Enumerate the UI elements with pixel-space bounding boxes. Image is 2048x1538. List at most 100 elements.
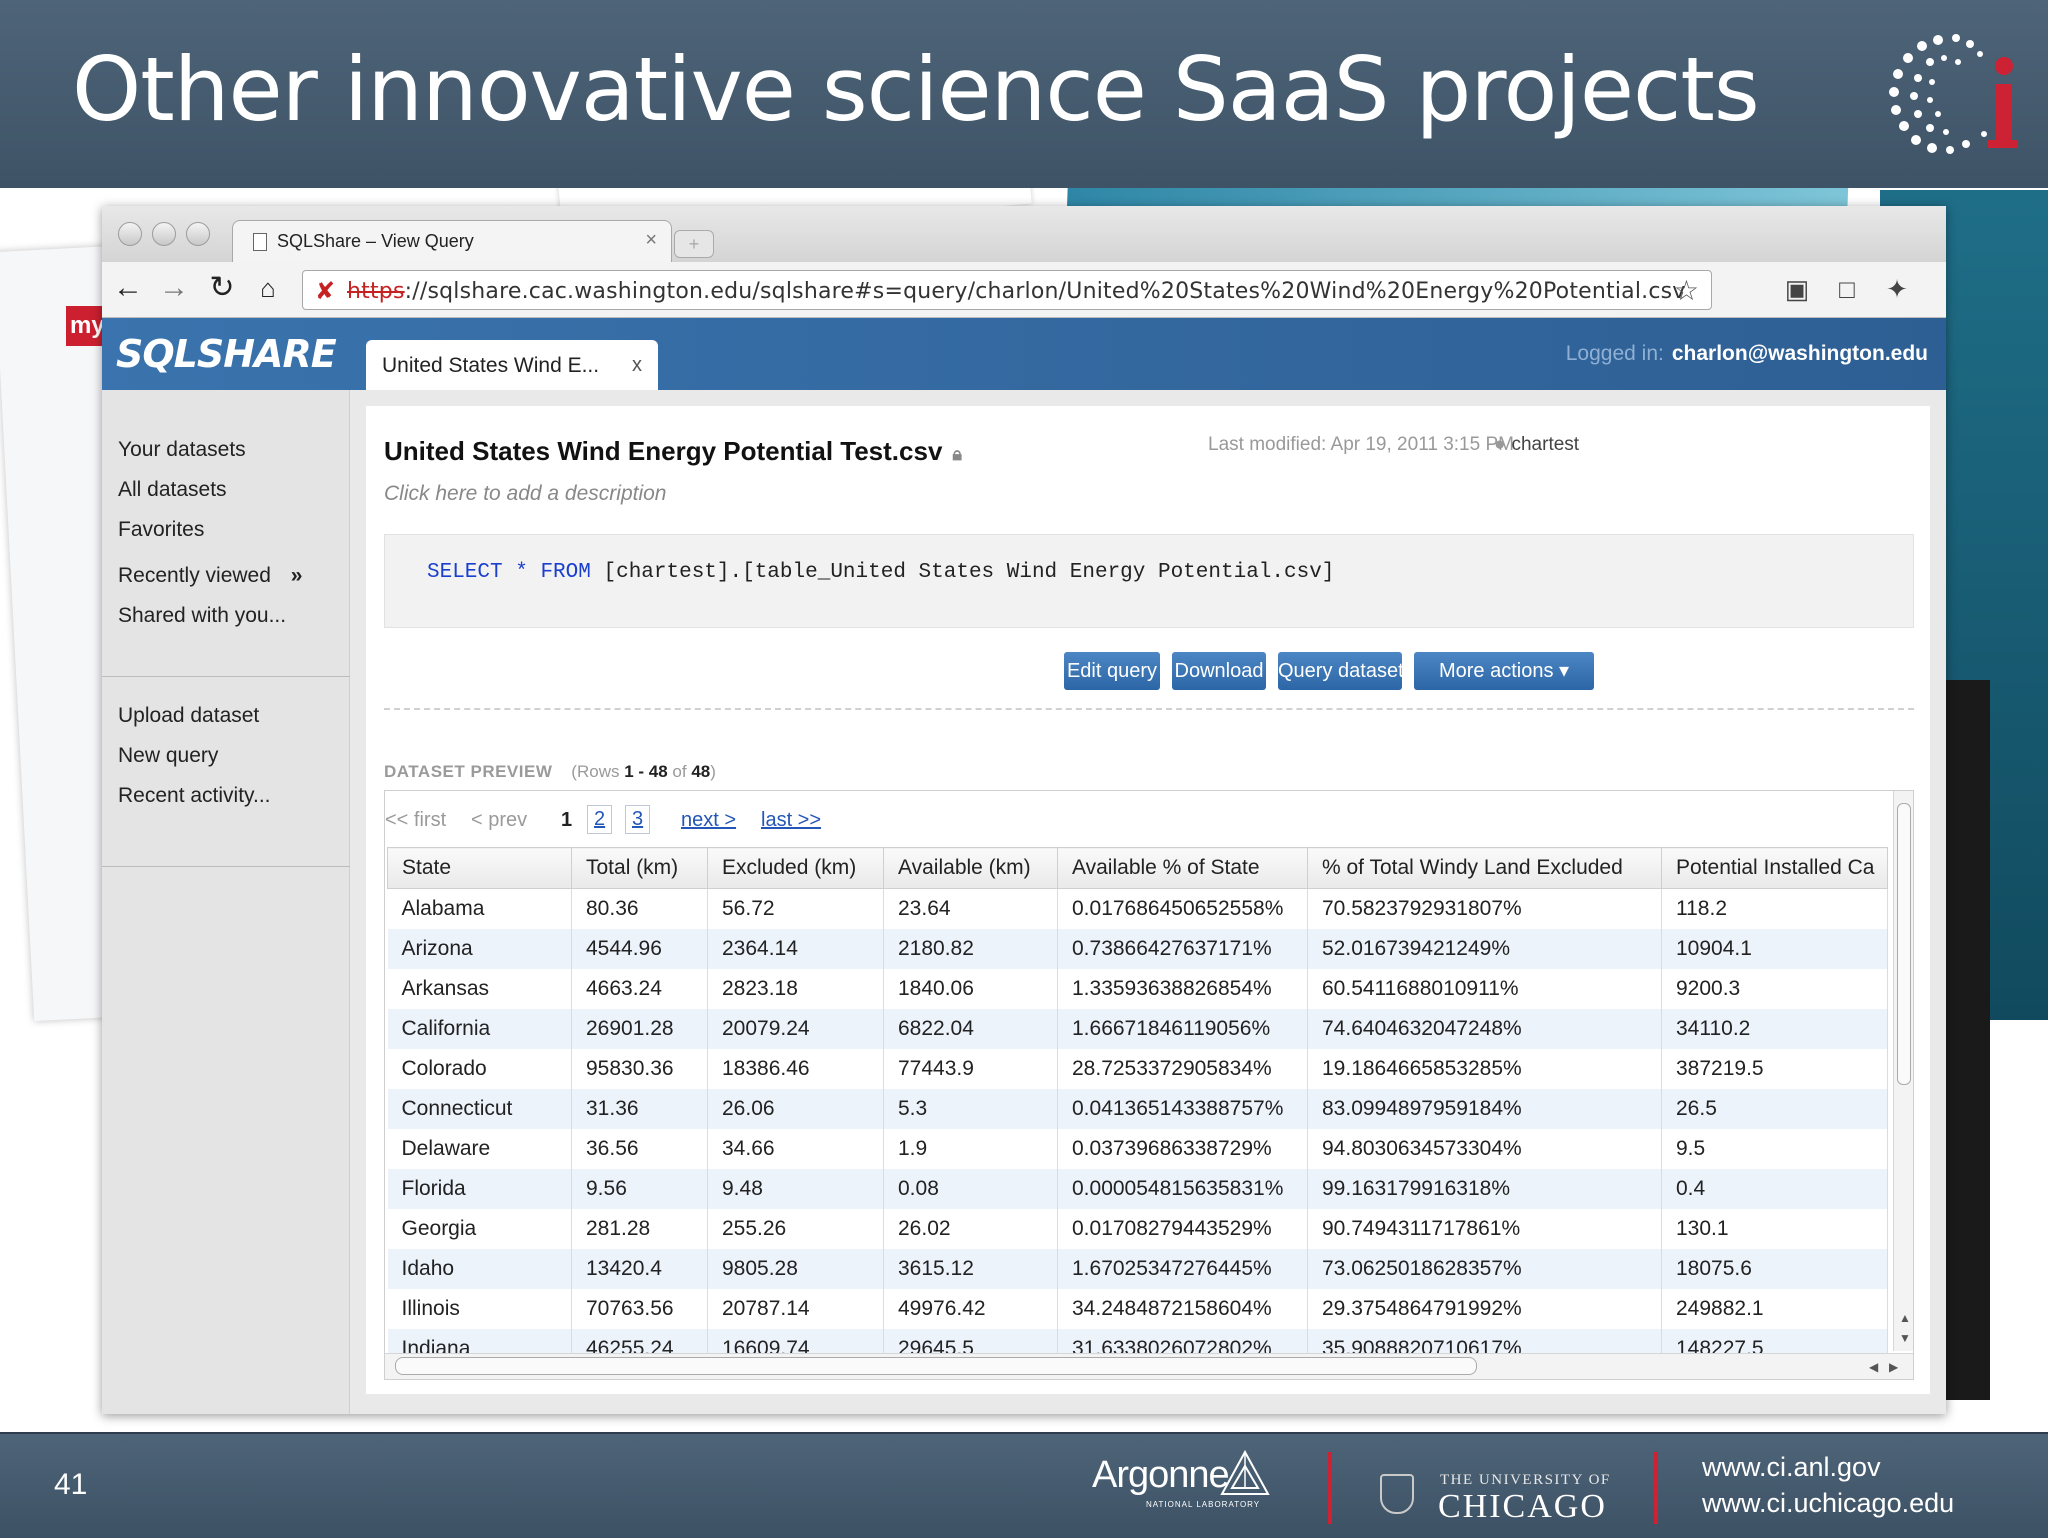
query-dataset-button[interactable]: Query dataset <box>1278 652 1404 690</box>
table-row[interactable]: Arizona 4544.96 2364.14 2180.82 0.7386642763… <box>387 929 1888 969</box>
footer-divider <box>1328 1452 1332 1524</box>
table-cell: 26.5 <box>1661 1089 1888 1129</box>
browser-tab[interactable]: SQLShare – View Query × <box>232 220 672 262</box>
horizontal-scrollbar-thumb[interactable] <box>395 1357 1477 1375</box>
pager-page-2[interactable]: 2 <box>587 805 613 834</box>
download-button[interactable]: Download <box>1172 652 1266 690</box>
table-row[interactable]: Colorado 95830.36 18386.46 77443.9 28.725337… <box>387 1049 1888 1089</box>
table-cell: Arkansas <box>387 969 572 1009</box>
argonne-triangle-icon <box>1220 1449 1270 1495</box>
sidebar-item-recent-activity[interactable]: Recent activity... <box>118 784 271 808</box>
table-row[interactable]: Georgia 281.28 255.26 26.02 0.01708279443529… <box>387 1209 1888 1249</box>
table-cell: 6822.04 <box>883 1009 1058 1049</box>
extension-icon[interactable]: ✦ <box>1880 272 1914 306</box>
section-divider <box>384 708 1914 710</box>
scroll-up-arrow-icon[interactable]: ▲ <box>1899 1311 1911 1325</box>
table-cell: 34110.2 <box>1661 1009 1888 1049</box>
browser-toolbar: ← → ↻ ⌂ ✘ https://sqlshare.cac.washingto… <box>102 262 1946 318</box>
sql-query-box: SELECT * FROM [chartest].[table_United S… <box>384 534 1914 628</box>
column-header-available-percent[interactable]: Available % of State <box>1057 847 1308 889</box>
edit-query-button[interactable]: Edit query <box>1064 652 1160 690</box>
browser-tab-close-button[interactable]: × <box>645 229 657 252</box>
table-row[interactable]: Florida 9.56 9.48 0.08 0.000054815635831% 99.… <box>387 1169 1888 1209</box>
table-cell: 249882.1 <box>1661 1289 1888 1329</box>
table-cell: 49976.42 <box>883 1289 1058 1329</box>
table-cell: 4663.24 <box>571 969 708 1009</box>
address-bar[interactable]: ✘ https://sqlshare.cac.washington.edu/sq… <box>302 270 1712 310</box>
forward-arrow-icon[interactable]: → <box>156 270 192 306</box>
window-close-button[interactable] <box>118 222 142 246</box>
table-row[interactable]: Illinois 70763.56 20787.14 49976.42 34.24848… <box>387 1289 1888 1329</box>
sidebar-divider <box>102 866 350 867</box>
uchicago-name-small: THE UNIVERSITY OF <box>1440 1472 1611 1488</box>
broken-lock-icon: ✘ <box>315 278 336 305</box>
reload-icon[interactable]: ↻ <box>204 270 240 306</box>
table-cell: 36.56 <box>571 1129 708 1169</box>
table-cell: 0.08 <box>883 1169 1058 1209</box>
sidebar-item-shared-with-you[interactable]: Shared with you... <box>118 604 286 628</box>
scroll-left-arrow-icon[interactable]: ◀ <box>1869 1360 1878 1374</box>
pager-last-link[interactable]: last >> <box>761 809 821 832</box>
sidebar-item-favorites[interactable]: Favorites <box>118 518 204 542</box>
dataset-description-field[interactable]: Click here to add a description <box>384 482 667 506</box>
new-tab-button[interactable]: + <box>674 230 714 258</box>
table-cell: 9.48 <box>707 1169 884 1209</box>
app-tab-close-button[interactable]: x <box>632 354 642 377</box>
column-header-excluded[interactable]: Excluded (km) <box>707 847 884 889</box>
dataset-owner[interactable]: ● chartest <box>1494 434 1579 456</box>
logged-in-user[interactable]: charlon@washington.edu <box>1672 342 1928 365</box>
star-icon[interactable]: ☆ <box>1674 274 1699 307</box>
sidebar-item-all-datasets[interactable]: All datasets <box>118 478 227 502</box>
sql-query-text: SELECT * FROM [chartest].[table_United S… <box>427 561 1335 584</box>
table-row[interactable]: Delaware 36.56 34.66 1.9 0.03739686338729% 94… <box>387 1129 1888 1169</box>
more-actions-button[interactable]: More actions ▾ <box>1414 652 1594 690</box>
logged-in-label: Logged in: <box>1565 342 1664 365</box>
window-minimize-button[interactable] <box>152 222 176 246</box>
table-row[interactable]: Connecticut 31.36 26.06 5.3 0.04136514338875… <box>387 1089 1888 1129</box>
window-zoom-button[interactable] <box>186 222 210 246</box>
table-cell: 26.06 <box>707 1089 884 1129</box>
expand-arrow-icon: » <box>290 564 303 587</box>
table-cell: 34.2484872158604% <box>1057 1289 1308 1329</box>
vertical-scrollbar[interactable]: ▲ ▼ <box>1893 791 1913 1351</box>
home-icon[interactable]: ⌂ <box>250 270 286 306</box>
last-modified-text: Last modified: Apr 19, 2011 3:15 PM <box>1208 434 1514 455</box>
column-header-available[interactable]: Available (km) <box>883 847 1058 889</box>
table-cell: 9805.28 <box>707 1249 884 1289</box>
column-header-potential-installed[interactable]: Potential Installed Ca <box>1661 847 1888 889</box>
scroll-down-arrow-icon[interactable]: ▼ <box>1899 1331 1911 1345</box>
sidebar-item-new-query[interactable]: New query <box>118 744 218 768</box>
table-row[interactable]: Arkansas 4663.24 2823.18 1840.06 1.335936388… <box>387 969 1888 1009</box>
sidebar: Your datasets All datasets Favorites Rec… <box>102 390 350 1414</box>
table-cell: 90.7494311717861% <box>1307 1209 1662 1249</box>
table-cell: 0.017686450652558% <box>1057 888 1308 929</box>
pager-page-3[interactable]: 3 <box>625 805 651 834</box>
preview-grid: << first < prev 1 2 3 next > last >> Sta… <box>384 790 1914 1380</box>
sidebar-item-recently-viewed[interactable]: Recently viewed » <box>118 564 302 588</box>
table-cell: 20787.14 <box>707 1289 884 1329</box>
logged-in-status: Logged in: charlon@washington.edu <box>1566 342 1928 366</box>
table-row[interactable]: Alabama 80.36 56.72 23.64 0.017686450652558%… <box>387 888 1888 929</box>
sidebar-item-your-datasets[interactable]: Your datasets <box>118 438 246 462</box>
table-cell: 19.1864665853285% <box>1307 1049 1662 1089</box>
vertical-scrollbar-thumb[interactable] <box>1897 803 1911 1085</box>
column-header-windy-land-excluded[interactable]: % of Total Windy Land Excluded <box>1307 847 1662 889</box>
fullscreen-icon[interactable]: □ <box>1830 272 1864 306</box>
lock-icon: 🔒︎ <box>952 444 962 464</box>
tag-icon[interactable]: ▣ <box>1780 272 1814 306</box>
column-header-total[interactable]: Total (km) <box>571 847 708 889</box>
data-table: State Total (km) Excluded (km) Available… <box>387 847 1888 1369</box>
table-cell: Delaware <box>387 1129 572 1169</box>
back-arrow-icon[interactable]: ← <box>110 270 146 306</box>
table-row[interactable]: Idaho 13420.4 9805.28 3615.12 1.670253472764… <box>387 1249 1888 1289</box>
table-cell: 9200.3 <box>1661 969 1888 1009</box>
app-tab[interactable]: United States Wind E... x <box>366 340 658 390</box>
column-header-state[interactable]: State <box>387 847 572 889</box>
table-cell: 26.02 <box>883 1209 1058 1249</box>
scroll-right-arrow-icon[interactable]: ▶ <box>1889 1360 1898 1374</box>
table-row[interactable]: California 26901.28 20079.24 6822.04 1.66671… <box>387 1009 1888 1049</box>
horizontal-scrollbar[interactable]: ◀ ▶ <box>385 1353 1913 1379</box>
sidebar-item-upload-dataset[interactable]: Upload dataset <box>118 704 259 728</box>
sqlshare-logo[interactable]: SQLSHARE <box>116 332 337 376</box>
pager-next-link[interactable]: next > <box>681 809 736 832</box>
